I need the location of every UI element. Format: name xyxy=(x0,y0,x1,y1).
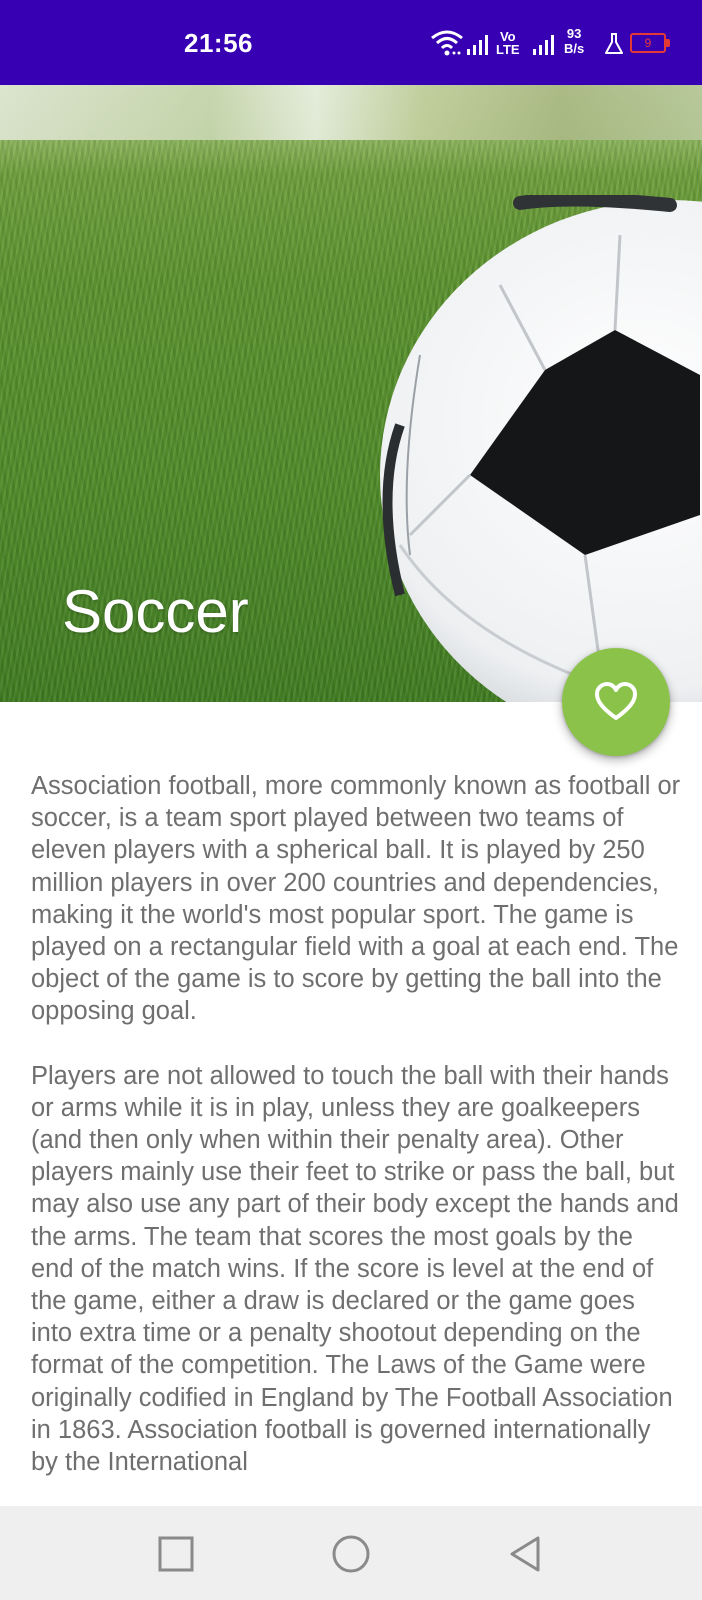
soccer-ball-icon xyxy=(380,195,702,702)
network-speed-unit: B/s xyxy=(564,41,585,56)
heart-outline-icon xyxy=(595,682,637,720)
lab-flask-icon xyxy=(605,33,623,54)
article-paragraph-1: Association football, more commonly know… xyxy=(31,772,681,1026)
article-paragraph-2: Players are not allowed to touch the bal… xyxy=(31,1061,679,1477)
volte-badge: Vo LTE xyxy=(496,30,520,56)
recents-square-icon[interactable] xyxy=(154,1532,198,1576)
hero-background-blur xyxy=(0,85,702,140)
wifi-icon xyxy=(431,30,463,56)
navigation-bar xyxy=(0,1506,702,1600)
home-circle-icon[interactable] xyxy=(329,1532,373,1576)
back-triangle-icon[interactable] xyxy=(504,1532,548,1576)
status-time: 21:56 xyxy=(184,28,253,58)
signal-strength-icon xyxy=(467,35,488,55)
status-bar: 21:56 Vo LTE 93 B/s 9 xyxy=(0,0,702,85)
battery-tip xyxy=(666,39,670,47)
signal-strength-icon-2 xyxy=(533,35,554,55)
sport-title: Soccer xyxy=(62,578,249,645)
battery-icon: 9 xyxy=(630,33,672,55)
hero-image: Soccer xyxy=(0,85,702,702)
battery-level: 9 xyxy=(644,36,652,50)
network-speed: 93 B/s xyxy=(564,26,584,56)
network-speed-value: 93 xyxy=(566,26,582,41)
favorite-button[interactable] xyxy=(562,648,670,756)
article-body: Association football, more commonly know… xyxy=(31,770,681,1510)
volte-line2: LTE xyxy=(496,42,520,57)
